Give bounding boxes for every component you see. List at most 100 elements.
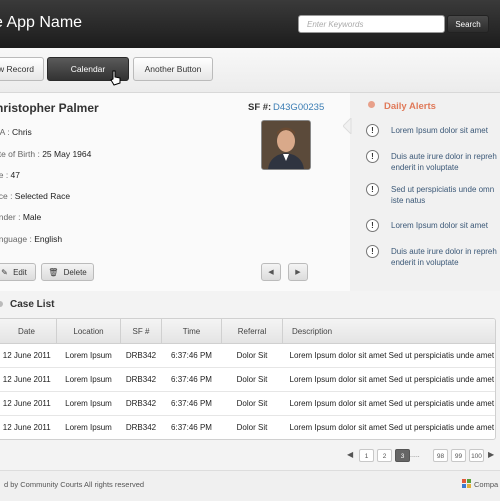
prev-page-icon[interactable]: ◀	[347, 450, 353, 459]
cell-sf: DRB342	[120, 343, 162, 368]
field-value: English	[34, 234, 63, 244]
pagination-ellipsis: .....	[410, 452, 420, 459]
cell-sf: DRB342	[120, 367, 162, 392]
cell-location: Lorem Ipsum	[56, 343, 121, 368]
cell-date: 12 June 2011	[0, 415, 57, 439]
column-header-description[interactable]: Description	[282, 319, 495, 344]
new-record-button[interactable]: w Record	[0, 57, 44, 81]
search-button[interactable]: Search	[447, 15, 489, 33]
cell-referral: Dolor Sit	[221, 391, 283, 416]
cell-description: Lorem Ipsum dolor sit amet Sed ut perspi…	[282, 391, 495, 416]
footer-company[interactable]: Compa	[474, 480, 498, 489]
field-value: 47	[10, 170, 21, 180]
page-button[interactable]: 98	[433, 449, 448, 462]
alert-text: Lorem Ipsum dolor sit amet	[391, 126, 488, 135]
sf-value[interactable]: D43G00235	[273, 102, 324, 113]
record-name: hristopher Palmer	[0, 101, 99, 115]
edit-label: Edit	[13, 267, 27, 277]
field-label: ender :	[0, 212, 21, 222]
field-label: ge :	[0, 170, 9, 180]
delete-button[interactable]: 🗑 Delete	[41, 263, 94, 281]
cell-date: 12 June 2011	[0, 343, 57, 368]
column-header-location[interactable]: Location	[56, 319, 121, 344]
edit-button[interactable]: ✎ Edit	[0, 263, 36, 281]
pencil-icon: ✎	[1, 267, 8, 277]
alert-text: Duis aute irure dolor in repreh enderit …	[391, 152, 497, 172]
cell-sf: DRB342	[120, 391, 162, 416]
search-input[interactable]	[298, 15, 445, 33]
field-dob: ate of Birth : 25 May 1964	[0, 149, 91, 159]
trash-icon: 🗑	[48, 267, 59, 277]
column-header-date[interactable]: Date	[0, 319, 57, 344]
field-value: 25 May 1964	[42, 149, 92, 159]
page-button[interactable]: 100	[469, 449, 484, 462]
footer-copyright: d by Community Courts All rights reserve…	[4, 480, 145, 489]
cell-referral: Dolor Sit	[221, 367, 283, 392]
prev-record-button[interactable]: ◀	[261, 263, 281, 281]
page-button[interactable]: 99	[451, 449, 466, 462]
cell-location: Lorem Ipsum	[56, 367, 121, 392]
next-page-icon[interactable]: ▶	[488, 450, 494, 459]
field-value: Male	[22, 212, 42, 222]
alert-text: Lorem Ipsum dolor sit amet	[391, 221, 488, 230]
another-button[interactable]: Another Button	[133, 57, 213, 81]
cell-sf: DRB342	[120, 415, 162, 439]
sf-label: SF #:	[248, 102, 272, 113]
field-aka: KA : Chris	[0, 127, 32, 137]
app-title: se App Name	[0, 14, 83, 31]
alerts-bullet-icon	[368, 101, 375, 108]
cell-referral: Dolor Sit	[221, 343, 283, 368]
cell-time: 6:37:46 PM	[161, 391, 222, 416]
cell-description: Lorem Ipsum dolor sit amet Sed ut perspi…	[282, 415, 495, 439]
cell-location: Lorem Ipsum	[56, 391, 121, 416]
table-row[interactable]: 12 June 2011 Lorem Ipsum DRB342 6:37:46 …	[0, 343, 495, 368]
case-list-title: Case List	[10, 299, 55, 310]
column-header-referral[interactable]: Referral	[221, 319, 283, 344]
page-button-current[interactable]: 3	[395, 449, 410, 462]
case-table: Date Location SF # Time Referral Descrip…	[0, 318, 496, 440]
field-gender: ender : Male	[0, 212, 41, 222]
exclamation-icon: !	[366, 150, 379, 163]
delete-label: Delete	[63, 267, 87, 277]
field-value: Chris	[11, 127, 32, 137]
table-row[interactable]: 12 June 2011 Lorem Ipsum DRB342 6:37:46 …	[0, 415, 495, 439]
field-label: anguage :	[0, 234, 32, 244]
field-label: ace :	[0, 191, 13, 201]
cell-date: 12 June 2011	[0, 367, 57, 392]
cell-description: Lorem Ipsum dolor sit amet Sed ut perspi…	[282, 343, 495, 368]
alert-text: Sed ut perspiciatis unde omn iste natus	[391, 185, 495, 205]
field-label: KA :	[0, 127, 10, 137]
exclamation-icon: !	[366, 245, 379, 258]
arrow-right-icon: ▶	[295, 269, 301, 276]
hand-cursor-icon	[110, 70, 121, 86]
arrow-left-icon: ◀	[268, 269, 274, 276]
field-value: Selected Race	[14, 191, 71, 201]
column-header-time[interactable]: Time	[161, 319, 222, 344]
field-language: anguage : English	[0, 234, 62, 244]
case-list-bullet-icon	[0, 301, 3, 307]
page-button[interactable]: 2	[377, 449, 392, 462]
exclamation-icon: !	[366, 219, 379, 232]
cell-date: 12 June 2011	[0, 391, 57, 416]
field-race: ace : Selected Race	[0, 191, 70, 201]
exclamation-icon: !	[366, 183, 379, 196]
page-button[interactable]: 1	[359, 449, 374, 462]
cell-time: 6:37:46 PM	[161, 415, 222, 439]
next-record-button[interactable]: ▶	[288, 263, 308, 281]
toolbar: w Record Calendar Another Button	[0, 48, 500, 93]
alerts-title: Daily Alerts	[384, 101, 436, 112]
company-logo-icon	[462, 479, 471, 488]
table-header-row: Date Location SF # Time Referral Descrip…	[0, 319, 495, 344]
panel-pointer-icon	[343, 118, 352, 134]
table-row[interactable]: 12 June 2011 Lorem Ipsum DRB342 6:37:46 …	[0, 367, 495, 392]
field-age: ge : 47	[0, 170, 20, 180]
column-header-sf[interactable]: SF #	[120, 319, 162, 344]
alert-text: Duis aute irure dolor in repreh enderit …	[391, 247, 497, 267]
field-label: ate of Birth :	[0, 149, 40, 159]
exclamation-icon: !	[366, 124, 379, 137]
table-row[interactable]: 12 June 2011 Lorem Ipsum DRB342 6:37:46 …	[0, 391, 495, 416]
cell-location: Lorem Ipsum	[56, 415, 121, 439]
cell-description: Lorem Ipsum dolor sit amet Sed ut perspi…	[282, 367, 495, 392]
cell-referral: Dolor Sit	[221, 415, 283, 439]
cell-time: 6:37:46 PM	[161, 367, 222, 392]
